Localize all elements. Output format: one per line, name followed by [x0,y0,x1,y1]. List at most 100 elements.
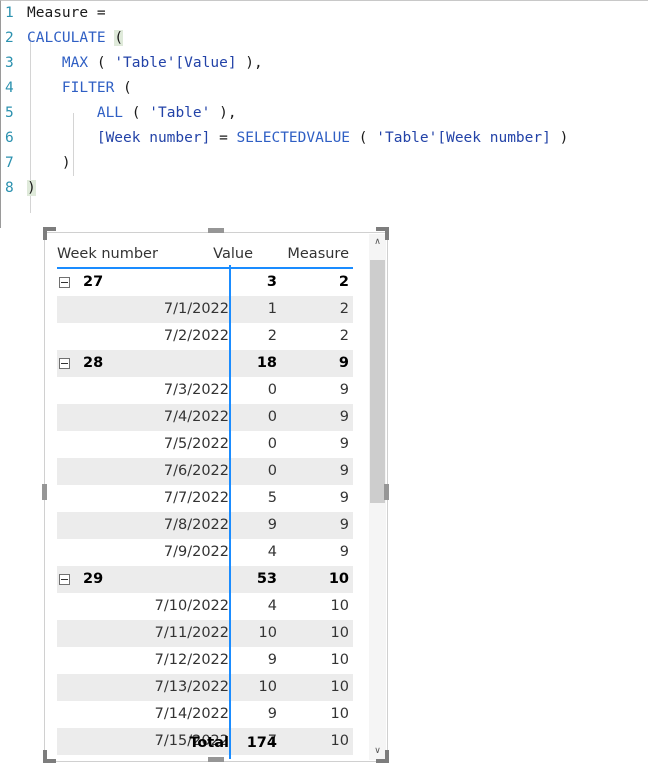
code-token-match: ( [114,30,124,46]
code-token-plain: Measure = [27,5,106,21]
matrix-group-row[interactable]: 28 18 9 [57,350,353,377]
cell-value: 2 [267,328,277,344]
code-token-punct: ), [236,55,263,71]
row-label: 29 [83,571,104,587]
code-lines-container[interactable]: 1 Measure = 2 CALCULATE (3 MAX ( 'Table'[Va… [1,1,648,201]
row-label: 7/10/2022 [154,598,229,614]
resize-handle-top-center[interactable] [208,228,224,233]
resize-handle-bottom-right[interactable] [376,750,389,763]
matrix-detail-row[interactable]: 7/7/2022 5 9 [57,485,353,512]
matrix-detail-row[interactable]: 7/14/2022 9 10 [57,701,353,728]
cell-value: 9 [267,706,277,722]
code-line-text: MAX ( 'Table'[Value] ), [19,51,263,76]
collapse-minus-icon[interactable] [59,358,70,369]
code-line-text: FILTER ( [19,76,132,101]
matrix-detail-row[interactable]: 7/12/2022 9 10 [57,647,353,674]
row-label: 7/9/2022 [163,544,229,560]
cell-measure: 10 [330,652,349,668]
cell-value: 9 [267,652,277,668]
line-number: 7 [5,155,14,171]
resize-handle-bottom-left[interactable] [43,750,56,763]
code-line[interactable]: 8) [1,176,648,201]
matrix-content: Week number Value Measure 27 3 2 7/1/2022 1 2… [45,233,365,761]
line-number: 8 [5,180,14,196]
code-line-text: ALL ( 'Table' ), [19,101,237,126]
matrix-detail-row[interactable]: 7/2/2022 2 2 [57,323,353,350]
total-value: 174 [246,735,277,751]
matrix-detail-row[interactable]: 7/13/2022 10 10 [57,674,353,701]
code-token-punct: ( [123,105,150,121]
cell-value: 0 [267,463,277,479]
matrix-group-row[interactable]: 29 53 10 [57,566,353,593]
code-token-punct: ( [88,55,115,71]
column-header-value[interactable]: Value [197,246,253,262]
matrix-detail-row[interactable]: 7/5/2022 0 9 [57,431,353,458]
code-token-punct: ( [114,80,132,96]
resize-handle-top-right[interactable] [376,227,389,240]
cell-value: 3 [266,274,277,290]
cell-measure: 10 [328,571,349,587]
code-line-text: CALCULATE ( [19,26,124,51]
code-line[interactable]: 7 ) [1,151,648,176]
matrix-detail-row[interactable]: 7/9/2022 4 9 [57,539,353,566]
resize-handle-top-left[interactable] [43,227,56,240]
cell-measure: 2 [339,301,349,317]
cell-measure: 9 [339,544,349,560]
cell-value: 0 [267,409,277,425]
matrix-detail-row[interactable]: 7/11/2022 10 10 [57,620,353,647]
matrix-visual[interactable]: Week number Value Measure 27 3 2 7/1/2022 1 2… [44,232,388,762]
code-line[interactable]: 4 FILTER ( [1,76,648,101]
collapse-minus-icon[interactable] [59,574,70,585]
cell-measure: 10 [330,625,349,641]
code-line[interactable]: 3 MAX ( 'Table'[Value] ), [1,51,648,76]
cell-measure: 2 [339,328,349,344]
matrix-detail-row[interactable]: 7/6/2022 0 9 [57,458,353,485]
resize-handle-middle-right[interactable] [384,484,389,500]
row-label: 27 [83,274,104,290]
scrollbar-thumb[interactable] [370,260,385,503]
code-token-ref: 'Table'[Week number] [376,130,551,146]
dax-formula-editor[interactable]: 1 Measure = 2 CALCULATE (3 MAX ( 'Table'[Va… [0,0,648,228]
code-token-op: = [210,130,237,146]
code-line-text: [Week number] = SELECTEDVALUE ( 'Table'[… [19,126,568,151]
row-label: 7/8/2022 [163,517,229,533]
cell-measure: 9 [339,409,349,425]
cell-measure: 9 [339,436,349,452]
code-line[interactable]: 6 [Week number] = SELECTEDVALUE ( 'Table… [1,126,648,151]
matrix-group-row[interactable]: 27 3 2 [57,269,353,296]
cell-measure: 9 [339,463,349,479]
line-number: 2 [5,30,14,46]
column-header-measure[interactable]: Measure [253,246,349,262]
column-header-week-number[interactable]: Week number [57,246,158,262]
cell-value: 4 [267,598,277,614]
matrix-detail-row[interactable]: 7/1/2022 1 2 [57,296,353,323]
collapse-minus-icon[interactable] [59,277,70,288]
code-line[interactable]: 5 ALL ( 'Table' ), [1,101,648,126]
code-token-ref: 'Table'[Value] [114,55,237,71]
row-label: 7/14/2022 [154,706,229,722]
row-label: 7/6/2022 [163,463,229,479]
code-token-fn: FILTER [61,80,115,96]
matrix-rows: 27 3 2 7/1/2022 1 2 7/2/2022 2 2 28 18 9 7/3/2022 0 9 7… [57,269,353,755]
matrix-detail-row[interactable]: 7/8/2022 9 9 [57,512,353,539]
matrix-detail-row[interactable]: 7/4/2022 0 9 [57,404,353,431]
code-line[interactable]: 2 CALCULATE ( [1,26,648,51]
matrix-detail-row[interactable]: 7/10/2022 4 10 [57,593,353,620]
cell-measure: 10 [330,706,349,722]
matrix-detail-row[interactable]: 7/3/2022 0 9 [57,377,353,404]
code-token-match: ) [27,180,36,196]
code-token-punct: ) [550,130,569,146]
cell-measure: 10 [330,679,349,695]
cell-measure: 9 [339,490,349,506]
row-label: 7/13/2022 [154,679,229,695]
code-line[interactable]: 1 Measure = [1,1,648,26]
resize-handle-middle-left[interactable] [42,484,47,500]
code-token-fn: SELECTEDVALUE [236,130,351,146]
matrix-total-row: Total 174 [57,729,341,757]
cell-value: 9 [267,517,277,533]
resize-handle-bottom-center[interactable] [208,757,224,762]
row-label: 7/7/2022 [163,490,229,506]
